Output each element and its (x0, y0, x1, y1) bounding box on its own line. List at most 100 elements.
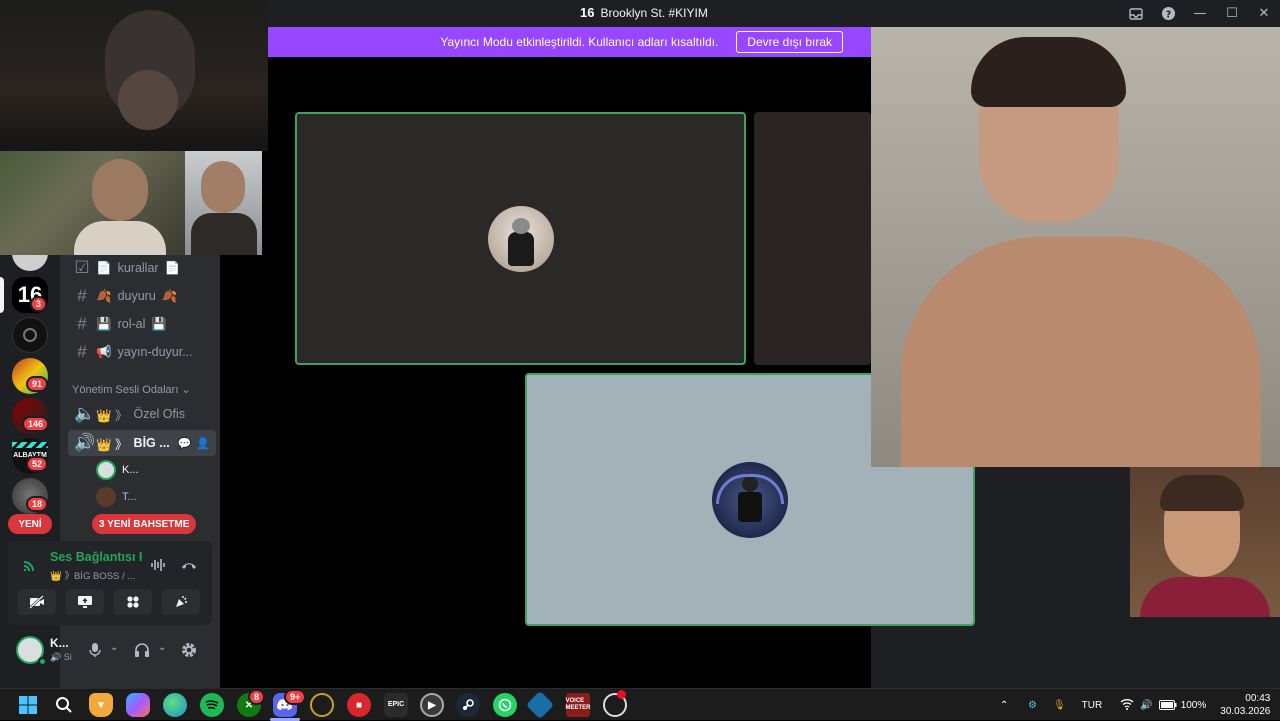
user-status-text: Si (63, 652, 72, 662)
channel-get-role[interactable]: # 💾 rol-al 💾 (68, 311, 216, 337)
voice-channel-name[interactable]: 👑 》BİG BOSS / ... (50, 568, 135, 582)
chevron-up-icon[interactable]: ⌃ (1000, 700, 1014, 711)
wifi-icon[interactable] (1120, 698, 1134, 713)
participant-tile-speaking[interactable] (295, 112, 746, 365)
signal-icon[interactable] (22, 557, 38, 573)
app-icon[interactable]: ■ (347, 693, 371, 717)
settings-gear-icon[interactable] (180, 641, 198, 659)
channel-name: Özel Ofis (133, 407, 185, 421)
new-unreads-pill[interactable]: YENİ (8, 514, 52, 534)
channel-stream-announce[interactable]: # 📢 yayın-duyur... (68, 339, 216, 365)
participant-tile[interactable] (754, 112, 871, 365)
voicemeeter-icon[interactable]: VOICE MEETER (566, 693, 591, 717)
chevron-down-icon[interactable]: ⌄ (110, 642, 118, 653)
hash-icon: # (77, 286, 87, 305)
video-overlay (185, 151, 262, 255)
invite-icon[interactable]: 👤 (196, 437, 210, 450)
soundboard-button[interactable] (162, 589, 200, 615)
online-status-dot (38, 657, 47, 666)
microphone-tray-icon[interactable]: 🎙 (1053, 700, 1066, 711)
video-overlay (0, 151, 185, 255)
epic-games-label: EPIC (387, 701, 405, 708)
spotify-icon[interactable] (200, 693, 224, 717)
server-badge: 91 (26, 376, 49, 392)
voice-channel-big-boss[interactable]: 🔊 👑 》 BİG ... 💬 👤 (68, 430, 216, 456)
channel-emoji: 📄 (96, 260, 112, 275)
chevron-down-icon[interactable]: ⌄ (158, 642, 166, 653)
user-status: 🔊 Si (50, 652, 72, 663)
steam-icon[interactable] (456, 693, 480, 717)
username[interactable]: K... (50, 636, 69, 650)
voice-channel-office[interactable]: 🔈 👑 》 Özel Ofis (68, 401, 216, 427)
headphones-icon[interactable] (134, 642, 150, 658)
svg-text:?: ? (1165, 9, 1170, 20)
system-tray: ⌃ ⚙ 🎙 TUR 🔊 100% 00:43 30.03.2026 (1000, 689, 1270, 721)
disconnect-icon[interactable] (180, 558, 198, 572)
voice-status[interactable]: Ses Bağlantısı Kuruldu (50, 550, 142, 564)
channel-name: kurallar (117, 261, 159, 275)
avatar (96, 460, 116, 480)
maximize-button[interactable]: ☐ (1216, 0, 1248, 27)
whatsapp-icon[interactable] (493, 693, 517, 717)
media-player-icon[interactable]: ▶ (420, 693, 444, 717)
screen-share-button[interactable] (66, 589, 104, 615)
channel-announcements[interactable]: # 🍂 duyuru 🍂 (68, 283, 216, 309)
avatar (96, 487, 116, 507)
category-header[interactable]: Yönetim Sesli Odaları ⌄ (72, 383, 191, 396)
server-icon[interactable] (12, 317, 48, 353)
channel-prefix: 👑 》 (96, 437, 128, 452)
steam-tray-icon[interactable]: ⚙ (1028, 700, 1037, 711)
activities-button[interactable] (114, 589, 152, 615)
hash-icon: # (77, 342, 87, 361)
chat-icon[interactable]: 💬 (178, 437, 192, 450)
disable-streamer-mode-button[interactable]: Devre dışı bırak (736, 31, 843, 53)
battery-icon[interactable] (1158, 700, 1177, 710)
user-panel: K... 🔊 Si ⌄ ⌄ (8, 628, 212, 672)
channel-emoji: 📄 (164, 260, 181, 275)
discord-badge: 9+ (284, 689, 307, 705)
app-icon[interactable] (525, 690, 555, 720)
epic-games-icon[interactable]: EPIC (384, 693, 408, 717)
minimize-button[interactable]: — (1184, 0, 1216, 27)
channel-prefix: 👑 》 (96, 408, 128, 423)
channel-rules[interactable]: ☑ 📄 kurallar 📄 (68, 255, 216, 281)
channel-emoji: 📢 (96, 344, 112, 359)
input-language[interactable]: TUR (1082, 700, 1103, 711)
channel-emoji: 🍂 (161, 288, 178, 303)
volume-icon[interactable]: 🔊 (1140, 700, 1152, 711)
windows-start-icon[interactable] (16, 693, 40, 717)
streamer-mode-banner: Yayıncı Modu etkinleştirildi. Kullanıcı … (268, 27, 871, 57)
inbox-icon[interactable] (1120, 0, 1152, 27)
channel-emoji: 🍂 (96, 288, 112, 303)
noise-suppression-icon[interactable] (150, 557, 168, 573)
server-badge: 3 (30, 296, 48, 312)
speaker-active-icon: 🔊 (74, 433, 96, 452)
participant-avatar (712, 461, 788, 538)
channel-name: duyuru (117, 289, 156, 303)
close-button[interactable]: ✕ (1248, 0, 1280, 27)
brave-browser-icon[interactable]: ▼ (89, 693, 113, 717)
webcam-overlay (0, 0, 268, 151)
copilot-icon[interactable] (126, 693, 150, 717)
member-name: T... (122, 491, 137, 503)
camera-off-icon (29, 595, 44, 609)
photo-overlay (871, 27, 1280, 467)
channel-name: rol-al (117, 317, 146, 331)
voice-connection-panel: Ses Bağlantısı Kuruldu 👑 》BİG BOSS / ... (8, 541, 212, 625)
help-icon[interactable]: ? (1152, 0, 1184, 27)
server-badge: 146 (22, 416, 50, 432)
participant-avatar (487, 205, 554, 272)
soundboard-icon (176, 596, 187, 607)
webcam-overlay (1130, 467, 1280, 617)
voice-member[interactable]: K... (96, 459, 139, 481)
search-icon[interactable] (52, 693, 76, 717)
microphone-icon[interactable] (88, 642, 102, 658)
voice-member[interactable]: T... (96, 486, 137, 508)
new-mentions-pill[interactable]: 3 YENİ BAHSETME (92, 514, 197, 534)
window-title-text: Brooklyn St. #KIYIM (600, 5, 708, 20)
app-icon[interactable] (310, 693, 334, 717)
clock[interactable]: 00:43 30.03.2026 (1220, 692, 1270, 718)
edge-browser-icon[interactable] (163, 693, 187, 717)
camera-off-button[interactable] (18, 589, 56, 615)
channel-name: BİG ... (133, 436, 170, 450)
